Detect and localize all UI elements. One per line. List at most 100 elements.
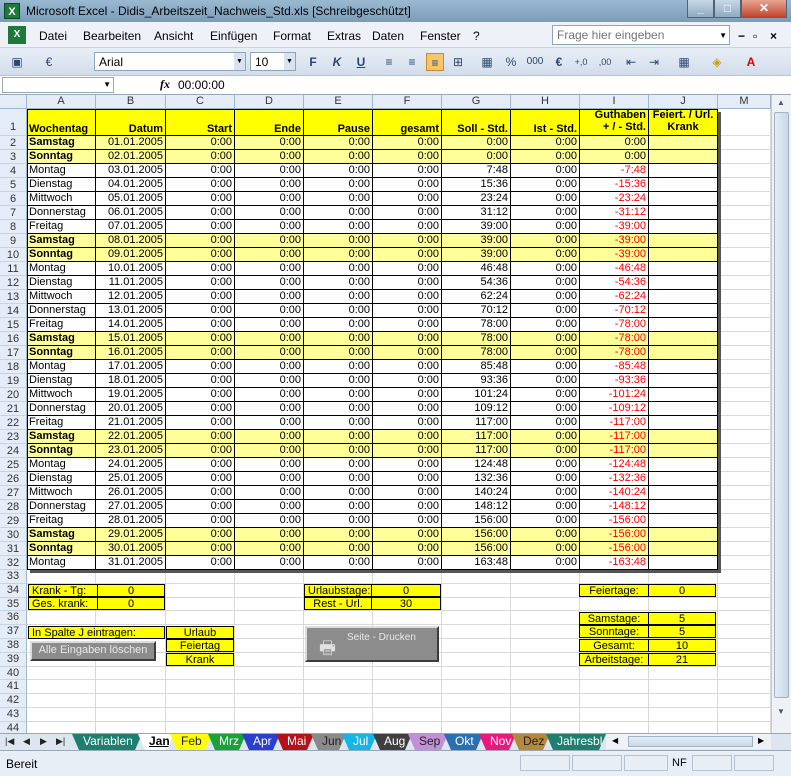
cell-ist[interactable]: 0:00 [511,500,580,514]
cell-gesamt[interactable]: 0:00 [373,164,442,178]
cell-ende[interactable]: 0:00 [235,514,304,528]
cell-guthaben[interactable]: -62:24 [580,290,649,304]
function-icon[interactable]: fx [160,77,170,92]
cell-feiertag-krank[interactable] [649,248,718,262]
cell-pause[interactable]: 0:00 [304,444,373,458]
cell-guthaben[interactable]: -78:00 [580,318,649,332]
cell-feiertag-krank[interactable] [649,444,718,458]
row-header[interactable]: 34 [0,583,27,598]
row-header[interactable]: 6 [0,192,27,206]
cell-wochentag[interactable]: Dienstag [27,178,96,192]
cell-soll[interactable]: 31:12 [442,206,511,220]
cell-ist[interactable]: 0:00 [511,458,580,472]
menu-help[interactable]: ? [473,29,480,43]
cell-datum[interactable]: 29.01.2005 [96,528,166,542]
cell-soll[interactable]: 156:00 [442,514,511,528]
menu-extras[interactable]: Extras [327,29,361,43]
row-header[interactable]: 39 [0,652,27,667]
horizontal-scrollbar[interactable]: ◀ ▶ [606,734,771,749]
doc-close-icon[interactable]: × [770,29,777,43]
cell-feiertag-krank[interactable] [649,416,718,430]
help-search-input[interactable] [553,26,713,44]
cell-feiertag-krank[interactable] [649,262,718,276]
cell-start[interactable]: 0:00 [166,416,235,430]
cell-pause[interactable]: 0:00 [304,486,373,500]
urlaub-value[interactable]: 0 [371,584,441,597]
cell-feiertag-krank[interactable] [649,402,718,416]
cell-feiertag-krank[interactable] [649,136,718,150]
cell-ist[interactable]: 0:00 [511,514,580,528]
row-header[interactable]: 1 [0,109,27,136]
menu-daten[interactable]: Daten [372,29,404,43]
cell-start[interactable]: 0:00 [166,542,235,556]
row-header[interactable]: 5 [0,178,27,192]
align-center-icon[interactable]: ≡ [403,53,421,71]
decrease-indent-icon[interactable]: ⇤ [622,53,640,71]
cell-pause[interactable]: 0:00 [304,528,373,542]
cell-ende[interactable]: 0:00 [235,276,304,290]
cell-pause[interactable]: 0:00 [304,472,373,486]
cell-feiertag-krank[interactable] [649,514,718,528]
row-header[interactable]: 9 [0,234,27,248]
cell-ist[interactable]: 0:00 [511,248,580,262]
cell-wochentag[interactable]: Montag [27,360,96,374]
cell-start[interactable]: 0:00 [166,332,235,346]
cell-feiertag-krank[interactable] [649,346,718,360]
cell-start[interactable]: 0:00 [166,360,235,374]
cell-ist[interactable]: 0:00 [511,416,580,430]
cell-wochentag[interactable]: Dienstag [27,374,96,388]
cell-guthaben[interactable]: -23:24 [580,192,649,206]
cell-ende[interactable]: 0:00 [235,192,304,206]
cell-wochentag[interactable]: Sonntag [27,150,96,164]
cell-feiertag-krank[interactable] [649,528,718,542]
cell-feiertag-krank[interactable] [649,234,718,248]
cell-guthaben[interactable]: -117:00 [580,416,649,430]
cell-guthaben[interactable]: -70:12 [580,304,649,318]
cell-wochentag[interactable]: Dienstag [27,472,96,486]
cell-gesamt[interactable]: 0:00 [373,486,442,500]
row-header[interactable]: 29 [0,514,27,528]
cell-wochentag[interactable]: Samstag [27,528,96,542]
cell-start[interactable]: 0:00 [166,136,235,150]
cell-pause[interactable]: 0:00 [304,220,373,234]
clear-all-button[interactable]: Alle Eingaben löschen [30,641,156,661]
cell-gesamt[interactable]: 0:00 [373,514,442,528]
cell-pause[interactable]: 0:00 [304,206,373,220]
cell-datum[interactable]: 01.01.2005 [96,136,166,150]
row-header[interactable]: 30 [0,528,27,542]
italic-icon[interactable]: K [328,53,346,71]
cell-wochentag[interactable]: Donnerstag [27,206,96,220]
currency-icon[interactable]: ▦ [478,53,496,71]
cell-gesamt[interactable]: 0:00 [373,528,442,542]
cell-wochentag[interactable]: Sonntag [27,248,96,262]
cell-soll[interactable]: 39:00 [442,234,511,248]
cell-start[interactable]: 0:00 [166,164,235,178]
cell-datum[interactable]: 23.01.2005 [96,444,166,458]
sheet-tab-jun[interactable]: Jun [311,734,346,750]
row-header[interactable]: 12 [0,276,27,290]
cell-guthaben[interactable]: -117:00 [580,430,649,444]
cell-feiertag-krank[interactable] [649,276,718,290]
cell-ist[interactable]: 0:00 [511,388,580,402]
currency-format-icon[interactable]: € [40,53,58,71]
cell-pause[interactable]: 0:00 [304,416,373,430]
cell-ende[interactable]: 0:00 [235,150,304,164]
cell-start[interactable]: 0:00 [166,276,235,290]
row-header[interactable]: 13 [0,290,27,304]
cell-datum[interactable]: 11.01.2005 [96,276,166,290]
cell-datum[interactable]: 05.01.2005 [96,192,166,206]
cell-guthaben[interactable]: -85:48 [580,360,649,374]
save-icon[interactable]: ▣ [8,53,26,71]
cell-ende[interactable]: 0:00 [235,360,304,374]
scroll-down-icon[interactable]: ▼ [777,707,785,716]
cell-guthaben[interactable]: -140:24 [580,486,649,500]
cell-pause[interactable]: 0:00 [304,346,373,360]
cell-start[interactable]: 0:00 [166,430,235,444]
cell-wochentag[interactable]: Freitag [27,318,96,332]
menu-fenster[interactable]: Fenster [420,29,461,43]
cell-start[interactable]: 0:00 [166,556,235,570]
sheet-tab-aug[interactable]: Aug [373,734,412,750]
cell-ende[interactable]: 0:00 [235,416,304,430]
cell-ende[interactable]: 0:00 [235,374,304,388]
column-header-b[interactable]: B [96,95,166,109]
